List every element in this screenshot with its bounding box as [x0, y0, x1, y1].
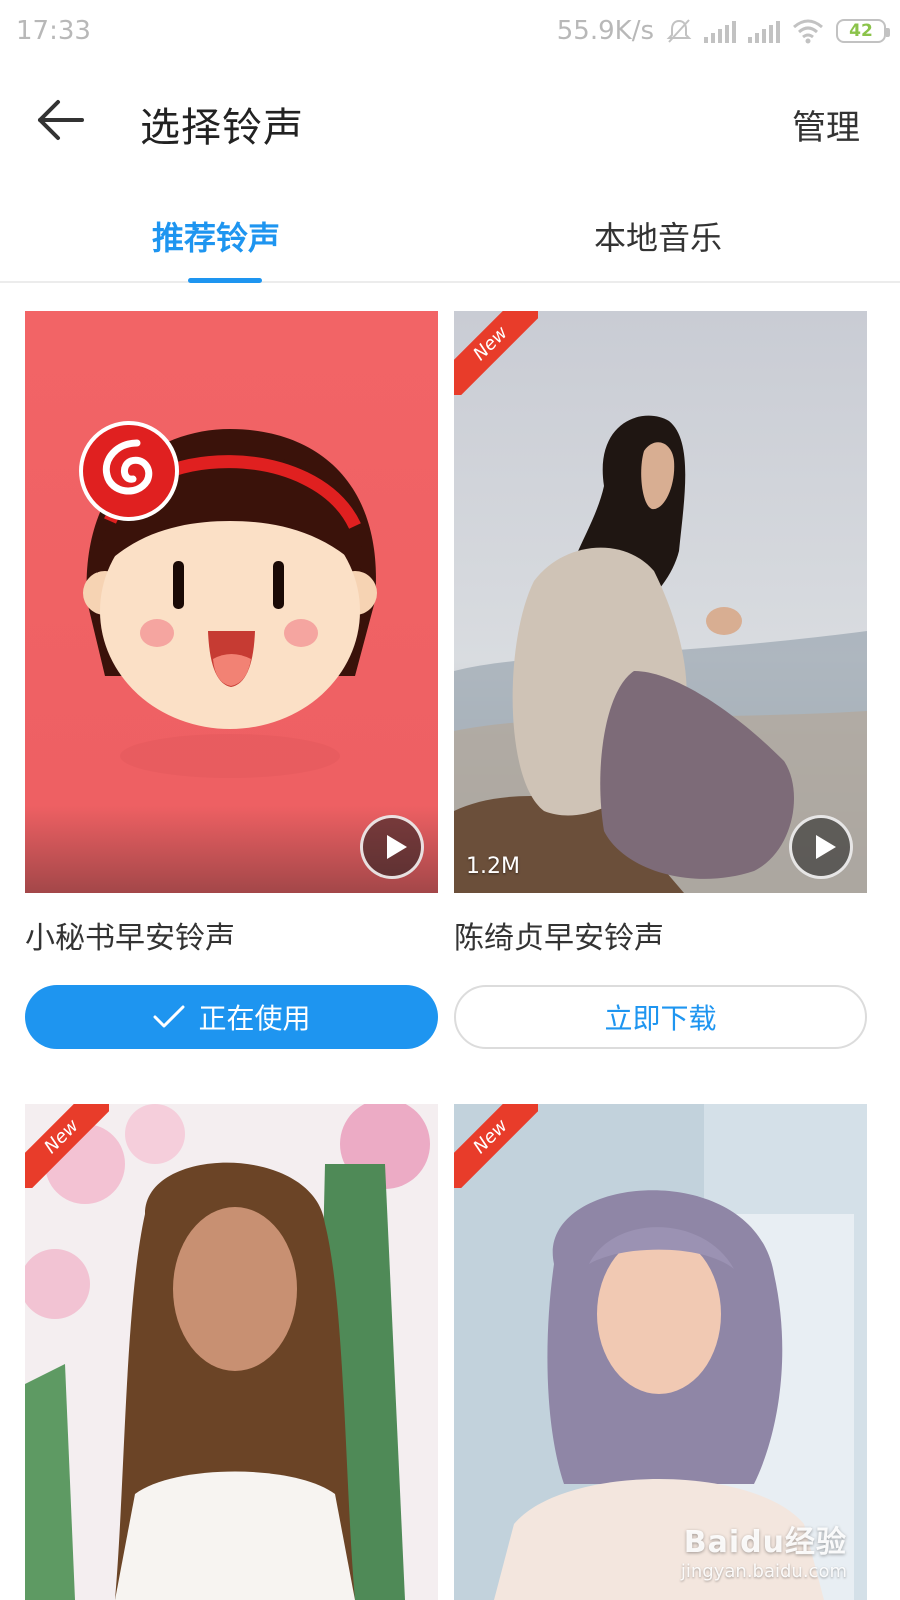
- ringtone-title: 小秘书早安铃声: [25, 921, 235, 956]
- arrow-left-icon: [38, 100, 84, 140]
- download-label: 立即下载: [604, 1002, 717, 1035]
- battery-level: 42: [849, 21, 873, 41]
- watermark-brand: Baidu经验: [683, 1525, 847, 1560]
- status-icons: 55.9K/s 42: [556, 16, 890, 46]
- battery-icon: 42: [836, 19, 890, 43]
- net-speed: 55.9K/s: [556, 16, 654, 46]
- checkmark-icon: [153, 1005, 185, 1028]
- cartoon-girl-image: [25, 311, 438, 893]
- woman-with-flowers-photo: [25, 1104, 438, 1600]
- tab-indicator: [188, 278, 262, 283]
- signal-icon: [704, 19, 736, 43]
- signal-icon: [748, 19, 780, 43]
- file-size: 1.2M: [466, 854, 520, 879]
- status-time: 17:33: [16, 16, 91, 46]
- play-button[interactable]: [360, 815, 424, 879]
- page-title: 选择铃声: [140, 105, 304, 151]
- ringtone-card: New Baidu经验 jingyan.baidu.com: [454, 1104, 867, 1600]
- ringtone-page: 17:33 55.9K/s 42 选择铃声 管理 推荐铃声 本地音乐 小秘书早安…: [0, 0, 900, 1600]
- manage-button[interactable]: 管理: [792, 100, 860, 149]
- ringtone-card: New: [25, 1104, 438, 1600]
- ringtone-thumbnail[interactable]: New: [25, 1104, 438, 1600]
- ringtone-thumbnail[interactable]: New Baidu经验 jingyan.baidu.com: [454, 1104, 867, 1600]
- download-button[interactable]: 立即下载: [454, 985, 867, 1049]
- watermark-url: jingyan.baidu.com: [680, 1561, 847, 1582]
- wifi-icon: [793, 19, 823, 44]
- ringtone-thumbnail[interactable]: New 1.2M: [454, 311, 867, 893]
- in-use-label: 正在使用: [198, 1002, 311, 1035]
- tab-recommended[interactable]: 推荐铃声: [152, 213, 280, 259]
- ringtone-title: 陈绮贞早安铃声: [454, 921, 664, 956]
- back-button[interactable]: [30, 90, 110, 160]
- tab-bar: 推荐铃声 本地音乐: [0, 187, 900, 283]
- app-header: 选择铃声 管理: [0, 62, 900, 187]
- ringtone-card: New 1.2M 陈绮贞早安铃声 立即下载: [454, 311, 867, 1049]
- in-use-button[interactable]: 正在使用: [25, 985, 438, 1049]
- ringtone-card: 小秘书早安铃声 正在使用: [25, 311, 438, 1049]
- mute-icon: [666, 19, 692, 43]
- play-button[interactable]: [789, 815, 853, 879]
- baidu-watermark: Baidu经验 jingyan.baidu.com: [681, 1517, 847, 1582]
- tab-local-music[interactable]: 本地音乐: [594, 213, 722, 259]
- status-bar: 17:33 55.9K/s 42: [0, 0, 900, 62]
- woman-on-rock-photo: [454, 311, 867, 893]
- ringtone-thumbnail[interactable]: [25, 311, 438, 893]
